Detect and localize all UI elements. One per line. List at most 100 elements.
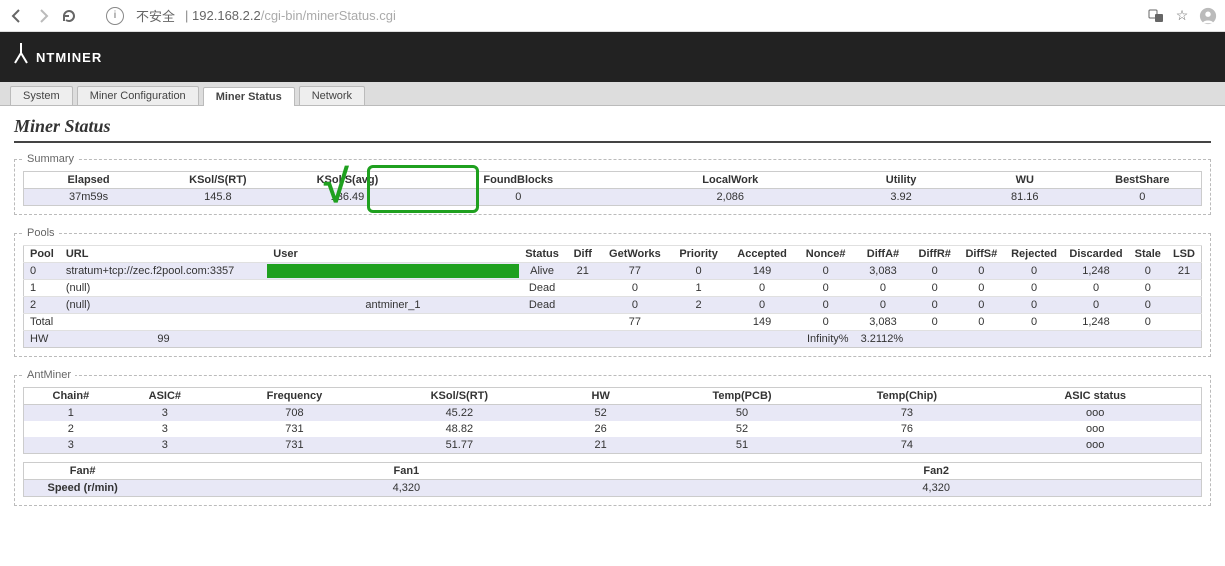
site-header: NTMINER <box>0 32 1225 82</box>
pools-cell: 21 <box>565 263 600 280</box>
summary-header: KSol/S(avg) <box>283 172 413 189</box>
pools-cell <box>1167 297 1202 314</box>
pools-cell: 0 <box>1129 297 1167 314</box>
antminer-cell: 51 <box>660 437 825 454</box>
antminer-row: 2373148.82265276ooo <box>24 421 1202 437</box>
pools-row: 2(null)antminer_1Dead0200000000 <box>24 297 1202 314</box>
pools-cell: Alive <box>519 263 566 280</box>
pools-header: Diff <box>565 246 600 263</box>
fan-header: Fan1 <box>141 463 671 480</box>
tab-network[interactable]: Network <box>299 86 365 105</box>
pools-header: DiffR# <box>911 246 958 263</box>
pools-cell: 0 <box>1005 314 1064 331</box>
forward-icon[interactable] <box>34 7 52 25</box>
pools-header: Discarded <box>1063 246 1128 263</box>
summary-value: 0 <box>1084 189 1202 206</box>
antminer-cell: 3 <box>118 405 212 422</box>
pools-cell: 0 <box>797 297 855 314</box>
tab-miner-status[interactable]: Miner Status <box>203 87 295 106</box>
summary-value: 81.16 <box>966 189 1084 206</box>
pools-cell: 0 <box>797 280 855 297</box>
pools-cell: 2 <box>670 297 728 314</box>
pools-row: Total7714903,0830001,2480 <box>24 314 1202 331</box>
pools-cell: 0 <box>797 314 855 331</box>
pools-cell <box>267 314 518 331</box>
pools-row: 1(null)Dead0100000000 <box>24 280 1202 297</box>
pools-table: PoolURLUserStatusDiffGetWorksPriorityAcc… <box>23 245 1202 348</box>
fan-header: Fan# <box>24 463 142 480</box>
pools-header: Rejected <box>1005 246 1064 263</box>
antminer-header: Temp(PCB) <box>660 388 825 405</box>
antminer-cell: 45.22 <box>377 405 542 422</box>
pools-cell: 0 <box>855 297 912 314</box>
pools-cell: 77 <box>600 263 670 280</box>
pools-cell: 0 <box>797 263 855 280</box>
pools-header: Status <box>519 246 566 263</box>
tab-system[interactable]: System <box>10 86 73 105</box>
antminer-cell: ooo <box>989 437 1201 454</box>
pools-header: Accepted <box>727 246 796 263</box>
pools-cell <box>519 314 566 331</box>
pools-cell: 1,248 <box>1063 263 1128 280</box>
pools-cell <box>267 263 518 280</box>
summary-header: BestShare <box>1084 172 1202 189</box>
pools-cell: stratum+tcp://zec.f2pool.com:3357 <box>60 263 267 280</box>
logo: NTMINER <box>10 41 102 74</box>
antminer-cell: 76 <box>824 421 989 437</box>
pools-cell: 0 <box>670 263 728 280</box>
back-icon[interactable] <box>8 7 26 25</box>
pools-row: HW99Infinity%3.2112% <box>24 331 1202 348</box>
tab-bar: SystemMiner ConfigurationMiner StatusNet… <box>0 82 1225 106</box>
antminer-cell: ooo <box>989 405 1201 422</box>
antminer-header: Frequency <box>212 388 377 405</box>
pools-cell: 0 <box>958 263 1005 280</box>
pools-cell: Dead <box>519 280 566 297</box>
antminer-cell: 2 <box>24 421 118 437</box>
star-icon[interactable]: ☆ <box>1173 7 1191 25</box>
pools-cell: 2 <box>24 297 60 314</box>
pools-cell: antminer_1 <box>267 297 518 314</box>
summary-value: 2,086 <box>624 189 836 206</box>
reload-icon[interactable] <box>60 7 78 25</box>
pools-cell: (null) <box>60 297 267 314</box>
fan-cell: Speed (r/min) <box>24 480 142 497</box>
content: Miner Status Summary ElapsedKSol/S(RT)KS… <box>0 106 1225 528</box>
pools-cell: 77 <box>600 314 670 331</box>
antminer-header: ASIC# <box>118 388 212 405</box>
pools-cell: 0 <box>958 314 1005 331</box>
pools-section: Pools PoolURLUserStatusDiffGetWorksPrior… <box>14 227 1211 357</box>
pools-cell: 0 <box>911 297 958 314</box>
pools-header: URL <box>60 246 267 263</box>
translate-icon[interactable] <box>1147 7 1165 25</box>
summary-header: LocalWork <box>624 172 836 189</box>
antminer-cell: 52 <box>542 405 660 422</box>
user-redacted-bar <box>267 264 518 278</box>
tab-miner-configuration[interactable]: Miner Configuration <box>77 86 199 105</box>
antminer-cell: 3 <box>118 437 212 454</box>
pools-cell: 0 <box>727 297 796 314</box>
pools-cell: 149 <box>727 263 796 280</box>
pools-cell: 3,083 <box>855 314 912 331</box>
profile-icon[interactable] <box>1199 7 1217 25</box>
pools-cell: 0 <box>911 263 958 280</box>
pools-header: LSD <box>1167 246 1202 263</box>
summary-header: Utility <box>836 172 966 189</box>
pools-cell: 0 <box>727 280 796 297</box>
pools-cell: 0 <box>1063 297 1128 314</box>
address-bar[interactable]: | 192.168.2.2/cgi-bin/minerStatus.cgi <box>185 8 396 23</box>
info-icon[interactable]: i <box>106 7 124 25</box>
pools-cell: 0 <box>1063 280 1128 297</box>
fan-table: Fan#Fan1Fan2 Speed (r/min)4,3204,320 <box>23 462 1202 497</box>
antminer-header: ASIC status <box>989 388 1201 405</box>
antminer-row: 3373151.77215174ooo <box>24 437 1202 454</box>
summary-header: WU <box>966 172 1084 189</box>
antminer-cell: 51.77 <box>377 437 542 454</box>
pools-cell: 0 <box>1005 263 1064 280</box>
pools-cell: 0 <box>911 314 958 331</box>
summary-legend: Summary <box>23 153 78 165</box>
logo-text: NTMINER <box>36 50 102 65</box>
antminer-cell: 74 <box>824 437 989 454</box>
pools-cell: Dead <box>519 297 566 314</box>
antminer-header: Chain# <box>24 388 118 405</box>
pools-header: DiffS# <box>958 246 1005 263</box>
